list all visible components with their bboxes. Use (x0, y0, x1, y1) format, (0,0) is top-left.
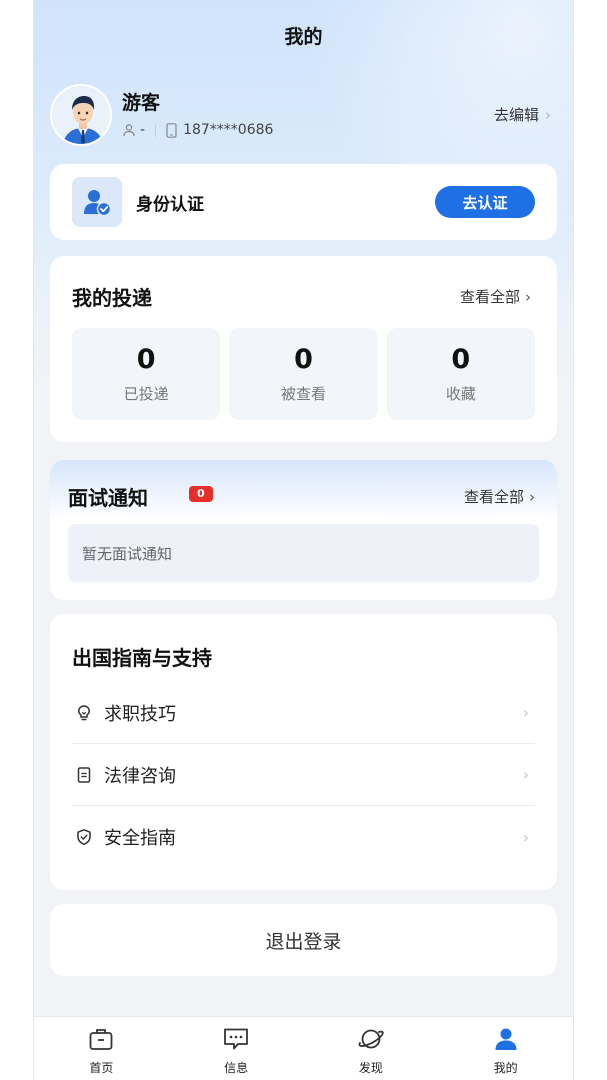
interview-title: 面试通知 (68, 486, 148, 510)
divider (155, 123, 157, 137)
gender-value: - (140, 122, 146, 138)
guide-support-card: 出国指南与支持 求职技巧 › 法律咨询 › 安全指南 › (50, 614, 557, 890)
logout-button[interactable]: 退出登录 (50, 904, 557, 976)
interview-notice-card: 面试通知 0 查看全部 › 暂无面试通知 (50, 460, 557, 600)
guide-item-safety[interactable]: 安全指南 › (72, 806, 535, 868)
see-all-label: 查看全部 (463, 488, 524, 506)
user-name: 游客 (122, 92, 161, 114)
edit-label: 去编辑 (493, 106, 539, 124)
briefcase-icon (88, 1027, 114, 1055)
stat-value: 0 (136, 344, 156, 375)
stat-label: 被查看 (280, 385, 326, 403)
tab-label: 首页 (89, 1061, 114, 1075)
interview-see-all-link[interactable]: 查看全部 › (464, 486, 535, 507)
tab-label: 信息 (224, 1061, 249, 1075)
planet-icon (357, 1027, 385, 1055)
tab-label: 发现 (358, 1061, 383, 1075)
guide-item-label: 法律咨询 (104, 765, 176, 787)
tab-messages[interactable]: 信息 (169, 1017, 304, 1080)
deliveries-title: 我的投递 (72, 286, 152, 310)
chevron-right-icon: › (525, 287, 531, 306)
stat-label: 收藏 (445, 385, 476, 403)
stat-value: 0 (451, 344, 471, 375)
tab-label: 我的 (493, 1061, 518, 1075)
document-icon (74, 765, 94, 785)
tab-me[interactable]: 我的 (438, 1017, 573, 1080)
delivery-stats: 0 已投递 0 被查看 0 收藏 (72, 328, 535, 420)
shield-icon (74, 827, 94, 847)
chevron-right-icon: › (529, 487, 535, 506)
verified-user-icon (72, 177, 122, 227)
guide-item-job-tips[interactable]: 求职技巧 › (72, 682, 535, 744)
stat-favorites[interactable]: 0 收藏 (386, 328, 535, 420)
tab-home[interactable]: 首页 (34, 1017, 169, 1080)
bottom-tab-bar: 首页 信息 发现 我的 (34, 1016, 573, 1080)
edit-profile-link[interactable]: 去编辑 › (494, 104, 551, 125)
guide-item-legal[interactable]: 法律咨询 › (72, 744, 535, 806)
tab-discover[interactable]: 发现 (304, 1017, 439, 1080)
guide-title: 出国指南与支持 (72, 646, 212, 670)
deliveries-see-all-link[interactable]: 查看全部 › (460, 286, 531, 307)
my-deliveries-card: 我的投递 查看全部 › 0 已投递 0 被查看 0 收藏 (50, 256, 557, 442)
chevron-right-icon: › (522, 765, 529, 784)
chevron-right-icon: › (522, 703, 529, 722)
chevron-right-icon: › (522, 827, 529, 847)
interview-count-badge: 0 (189, 486, 213, 502)
person-icon (122, 123, 136, 137)
verify-label: 身份认证 (136, 195, 204, 215)
page-title: 我的 (284, 26, 323, 48)
guide-item-label: 安全指南 (104, 828, 176, 849)
verify-button[interactable]: 去认证 (435, 186, 535, 218)
avatar[interactable] (50, 84, 112, 146)
chevron-right-icon: › (545, 105, 551, 124)
profile-section: 游客 - 187****0686 去编辑 › (50, 84, 557, 148)
phone-number: 187****0686 (183, 122, 274, 138)
interview-empty-state: 暂无面试通知 (68, 524, 539, 582)
user-icon (492, 1027, 520, 1055)
identity-verify-card: 身份认证 去认证 (50, 164, 557, 240)
stat-label: 已投递 (123, 385, 169, 403)
message-icon (222, 1027, 250, 1055)
see-all-label: 查看全部 (459, 288, 520, 306)
lightbulb-icon (74, 703, 94, 723)
guide-item-label: 求职技巧 (104, 703, 176, 725)
stat-viewed[interactable]: 0 被查看 (229, 328, 378, 420)
stat-delivered[interactable]: 0 已投递 (72, 328, 221, 420)
app-screen: 我的 游客 - 187****0686 去编辑 › 身份认证 去认证 我的投递 … (33, 0, 574, 1080)
phone-icon (166, 122, 177, 138)
stat-value: 0 (294, 344, 313, 375)
user-meta: - 187****0686 (122, 122, 273, 138)
